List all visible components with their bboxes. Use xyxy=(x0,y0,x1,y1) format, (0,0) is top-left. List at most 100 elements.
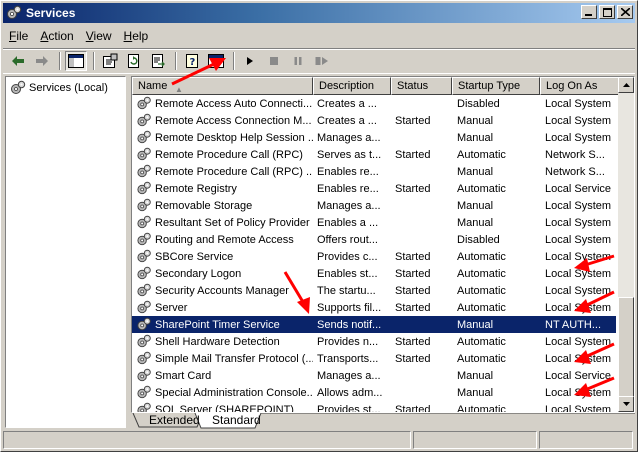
table-row[interactable]: Remote Desktop Help Session ... Manages a… xyxy=(132,129,616,146)
column-header-status[interactable]: Status xyxy=(391,77,452,95)
gear-icon xyxy=(137,300,151,314)
maximize-button[interactable] xyxy=(599,5,615,19)
restart-service-button[interactable] xyxy=(311,51,333,71)
table-row[interactable]: Shell Hardware Detection Provides n... Sta… xyxy=(132,333,616,350)
service-description: Provides c... xyxy=(317,250,378,263)
service-startup-type: Disabled xyxy=(457,97,500,110)
service-name: Simple Mail Transfer Protocol (... xyxy=(132,351,313,366)
table-row[interactable]: Special Administration Console... Allows … xyxy=(132,384,616,401)
service-name: Remote Procedure Call (RPC) ... xyxy=(132,164,313,179)
service-rows: Remote Access Auto Connecti... Creates a … xyxy=(132,95,616,412)
status-bar xyxy=(3,431,635,450)
pause-service-button[interactable] xyxy=(287,51,309,71)
help-button[interactable]: ? xyxy=(181,51,203,71)
service-startup-type: Manual xyxy=(457,199,494,212)
service-description: Enables re... xyxy=(317,182,379,195)
gear-icon xyxy=(137,164,151,178)
service-startup-type: Disabled xyxy=(457,233,500,246)
status-cell-tertiary xyxy=(539,431,633,449)
svg-text:?: ? xyxy=(190,57,196,68)
gear-icon xyxy=(137,402,151,412)
column-header-description[interactable]: Description xyxy=(313,77,391,95)
table-row[interactable]: SQL Server (SHAREPOINT) Provides st... Sta… xyxy=(132,401,616,412)
scroll-down-button[interactable] xyxy=(618,396,634,412)
service-log-on-as: Local System xyxy=(545,352,612,365)
mmc-icon xyxy=(208,54,224,68)
window-title: Services xyxy=(26,6,76,20)
close-button[interactable] xyxy=(617,5,633,19)
console-tree[interactable]: Services (Local) xyxy=(5,76,126,428)
title-bar[interactable]: Services xyxy=(3,3,635,23)
service-name: Special Administration Console... xyxy=(132,385,313,400)
services-list[interactable]: Name ▲ Description Status Startup Type Lo… xyxy=(131,76,635,413)
table-row[interactable]: Remote Access Auto Connecti... Creates a … xyxy=(132,95,616,112)
tab-standard[interactable]: Standard xyxy=(204,413,269,428)
scrollbar-thumb[interactable] xyxy=(618,297,634,397)
start-service-button[interactable] xyxy=(239,51,261,71)
back-button[interactable] xyxy=(7,51,29,71)
column-header-name[interactable]: Name ▲ xyxy=(132,77,313,95)
toolbar-separator xyxy=(93,52,95,70)
minimize-button[interactable] xyxy=(581,5,597,19)
service-log-on-as: Local System xyxy=(545,199,612,212)
table-row[interactable]: Security Accounts Manager The startu... St… xyxy=(132,282,616,299)
table-row[interactable]: Server Supports fil... Started Automatic Loc… xyxy=(132,299,616,316)
table-row[interactable]: Remote Procedure Call (RPC) ... Enables r… xyxy=(132,163,616,180)
gear-icon xyxy=(137,266,151,280)
export-list-button[interactable] xyxy=(147,51,169,71)
service-name: SBCore Service xyxy=(132,249,313,264)
stop-service-button[interactable] xyxy=(263,51,285,71)
service-startup-type: Automatic xyxy=(457,182,506,195)
service-startup-type: Automatic xyxy=(457,250,506,263)
gear-icon xyxy=(137,215,151,229)
table-row[interactable]: Remote Registry Enables re... Started Autom… xyxy=(132,180,616,197)
show-hide-tree-button[interactable] xyxy=(65,51,87,71)
menu-bar: File Action View Help xyxy=(3,26,635,46)
service-name: Security Accounts Manager xyxy=(132,283,313,298)
refresh-button[interactable] xyxy=(123,51,145,71)
table-row[interactable]: Removable Storage Manages a... Manual Local… xyxy=(132,197,616,214)
table-row[interactable]: Smart Card Manages a... Manual Local Servic… xyxy=(132,367,616,384)
tab-extended[interactable]: Extended xyxy=(141,413,208,428)
gear-icon xyxy=(137,351,151,365)
service-name: Resultant Set of Policy Provider xyxy=(132,215,313,230)
service-description: Creates a ... xyxy=(317,97,377,110)
table-row[interactable]: SBCore Service Provides c... Started Automa… xyxy=(132,248,616,265)
table-row[interactable]: Simple Mail Transfer Protocol (... Transp… xyxy=(132,350,616,367)
column-header-startup-type[interactable]: Startup Type xyxy=(452,77,540,95)
tree-item-services-local[interactable]: Services (Local) xyxy=(10,80,108,96)
scroll-up-button[interactable] xyxy=(618,77,634,93)
maximize-icon xyxy=(602,7,612,17)
table-row[interactable]: Secondary Logon Enables st... Started Autom… xyxy=(132,265,616,282)
service-description: Sends notif... xyxy=(317,318,382,331)
gear-icon xyxy=(137,317,151,331)
scroll-up-icon xyxy=(622,83,630,87)
gear-icon xyxy=(137,147,151,161)
toolbar: ? xyxy=(3,48,635,74)
close-icon xyxy=(620,8,630,16)
table-row[interactable]: Resultant Set of Policy Provider Enables … xyxy=(132,214,616,231)
menu-view[interactable]: View xyxy=(80,29,118,43)
table-row[interactable]: Routing and Remote Access Offers rout... D… xyxy=(132,231,616,248)
forward-button[interactable] xyxy=(31,51,53,71)
services-gear-icon xyxy=(7,5,22,19)
column-header-log-on-as[interactable]: Log On As xyxy=(540,77,620,95)
gear-icon xyxy=(137,113,151,127)
table-row[interactable]: Remote Access Connection M... Creates a .… xyxy=(132,112,616,129)
properties-button[interactable] xyxy=(99,51,121,71)
menu-help[interactable]: Help xyxy=(118,29,155,43)
table-row-selected[interactable]: SharePoint Timer Service Sends notif... Ma… xyxy=(132,316,616,333)
menu-file[interactable]: File xyxy=(3,29,34,43)
service-name: SQL Server (SHAREPOINT) xyxy=(132,402,313,412)
service-name: Shell Hardware Detection xyxy=(132,334,313,349)
service-log-on-as: Local System xyxy=(545,114,612,127)
table-row[interactable]: Remote Procedure Call (RPC) Serves as t..… xyxy=(132,146,616,163)
vertical-scrollbar[interactable] xyxy=(618,77,634,412)
gear-icon xyxy=(137,96,151,110)
service-log-on-as: Local System xyxy=(545,267,612,280)
back-arrow-icon xyxy=(12,56,24,66)
mmc-button[interactable] xyxy=(205,51,227,71)
service-startup-type: Manual xyxy=(457,386,494,399)
menu-action[interactable]: Action xyxy=(34,29,79,43)
service-log-on-as: Local System xyxy=(545,386,612,399)
